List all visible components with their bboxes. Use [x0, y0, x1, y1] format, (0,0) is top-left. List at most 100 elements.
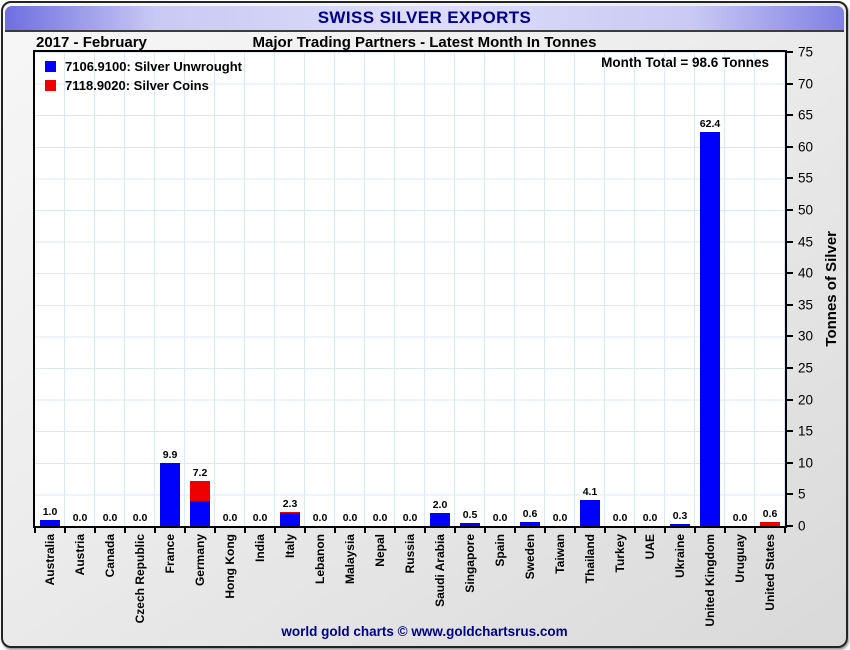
- bar-group: 0.6: [755, 52, 785, 526]
- y-tick: [787, 462, 793, 464]
- y-tick: [787, 493, 793, 495]
- x-tick: [694, 528, 696, 533]
- bar-group: 0.0: [125, 52, 155, 526]
- bar-group: 0.3: [665, 52, 695, 526]
- bar-segment-unwrought: [670, 524, 690, 526]
- x-axis-label: UAE: [635, 534, 665, 630]
- bar-group: 0.0: [485, 52, 515, 526]
- y-tick-label: 10: [798, 455, 813, 470]
- bar-group: 0.0: [95, 52, 125, 526]
- x-axis-label: Russia: [395, 534, 425, 630]
- y-axis-title: Tonnes of Silver: [820, 50, 842, 528]
- x-axis-label: Spain: [485, 534, 515, 630]
- bar-group: 2.0: [425, 52, 455, 526]
- x-tick: [634, 528, 636, 533]
- bar-value-label: 0.0: [343, 512, 358, 524]
- bar-segment-unwrought: [160, 463, 180, 526]
- y-tick-label: 5: [798, 487, 806, 502]
- x-tick: [544, 528, 546, 533]
- y-tick-label: 65: [798, 108, 813, 123]
- y-tick: [787, 51, 793, 53]
- plot-area: 7106.9100: Silver Unwrought 7118.9020: S…: [33, 50, 787, 528]
- x-tick: [604, 528, 606, 533]
- bar-group: 0.0: [245, 52, 275, 526]
- bar-value-label: 0.0: [613, 512, 628, 524]
- x-tick: [184, 528, 186, 533]
- bar-group: 9.9: [155, 52, 185, 526]
- x-axis-label: Ukraine: [665, 534, 695, 630]
- bars-container: 1.00.00.00.09.97.20.00.02.30.00.00.00.02…: [35, 52, 785, 526]
- bar-group: 1.0: [35, 52, 65, 526]
- bar-group: 62.4: [695, 52, 725, 526]
- bar-segment-coins: [760, 522, 780, 526]
- bar-segment-coins: [190, 481, 210, 501]
- bar-value-label: 0.0: [733, 512, 748, 524]
- x-tick: [64, 528, 66, 533]
- y-tick-label: 20: [798, 392, 813, 407]
- bar-segment-unwrought: [580, 500, 600, 526]
- bar-group: 0.0: [635, 52, 665, 526]
- bar-group: 7.2: [185, 52, 215, 526]
- x-axis-label: Turkey: [605, 534, 635, 630]
- x-axis-label: Canada: [95, 534, 125, 630]
- x-tick: [724, 528, 726, 533]
- y-tick: [787, 209, 793, 211]
- x-tick: [664, 528, 666, 533]
- x-axis-label: United Kingdom: [695, 534, 725, 630]
- x-axis-label: Thailand: [575, 534, 605, 630]
- x-axis-label: Sweden: [515, 534, 545, 630]
- y-tick: [787, 367, 793, 369]
- bar-group: 4.1: [575, 52, 605, 526]
- bar-value-label: 0.0: [553, 512, 568, 524]
- x-axis-label: Uruguay: [725, 534, 755, 630]
- y-tick-label: 35: [798, 297, 813, 312]
- y-tick: [787, 272, 793, 274]
- y-tick: [787, 335, 793, 337]
- x-tick: [784, 528, 786, 533]
- footer-credit: world gold charts © www.goldchartsrus.co…: [3, 624, 846, 639]
- bar-group: 0.0: [65, 52, 95, 526]
- x-tick: [154, 528, 156, 533]
- x-tick: [484, 528, 486, 533]
- y-tick: [787, 83, 793, 85]
- x-tick: [574, 528, 576, 533]
- bar-segment-unwrought: [460, 523, 480, 526]
- bar-value-label: 0.0: [313, 512, 328, 524]
- x-axis-label: Czech Republic: [125, 534, 155, 630]
- bar-value-label: 0.6: [763, 508, 778, 520]
- bar-group: 0.0: [215, 52, 245, 526]
- y-tick-label: 25: [798, 361, 813, 376]
- bar-value-label: 0.0: [493, 512, 508, 524]
- y-tick-label: 30: [798, 329, 813, 344]
- subtitle-bar: Major Trading Partners - Latest Month In…: [3, 34, 846, 50]
- y-tick: [787, 430, 793, 432]
- y-tick: [787, 525, 793, 527]
- bar-segment-unwrought: [430, 513, 450, 526]
- bar-segment-unwrought: [40, 520, 60, 526]
- bar-value-label: 0.0: [253, 512, 268, 524]
- y-tick: [787, 241, 793, 243]
- y-tick-label: 70: [798, 76, 813, 91]
- x-tick: [274, 528, 276, 533]
- x-axis-label: Saudi Arabia: [425, 534, 455, 630]
- x-axis-label: Singapore: [455, 534, 485, 630]
- bar-value-label: 0.0: [223, 512, 238, 524]
- bar-group: 0.0: [365, 52, 395, 526]
- y-tick: [787, 114, 793, 116]
- x-tick: [754, 528, 756, 533]
- y-tick: [787, 399, 793, 401]
- x-tick: [364, 528, 366, 533]
- x-tick: [244, 528, 246, 533]
- x-axis-label: Nepal: [365, 534, 395, 630]
- bar-segment-unwrought: [700, 132, 720, 526]
- y-tick: [787, 146, 793, 148]
- y-tick-label: 55: [798, 171, 813, 186]
- period-label: 2017 - February: [36, 34, 147, 51]
- bar-value-label: 0.6: [523, 508, 538, 520]
- x-tick: [424, 528, 426, 533]
- x-tick: [394, 528, 396, 533]
- x-axis-label: Lebanon: [305, 534, 335, 630]
- y-tick-label: 50: [798, 203, 813, 218]
- x-axis-label: Hong Kong: [215, 534, 245, 630]
- bar-group: 0.0: [395, 52, 425, 526]
